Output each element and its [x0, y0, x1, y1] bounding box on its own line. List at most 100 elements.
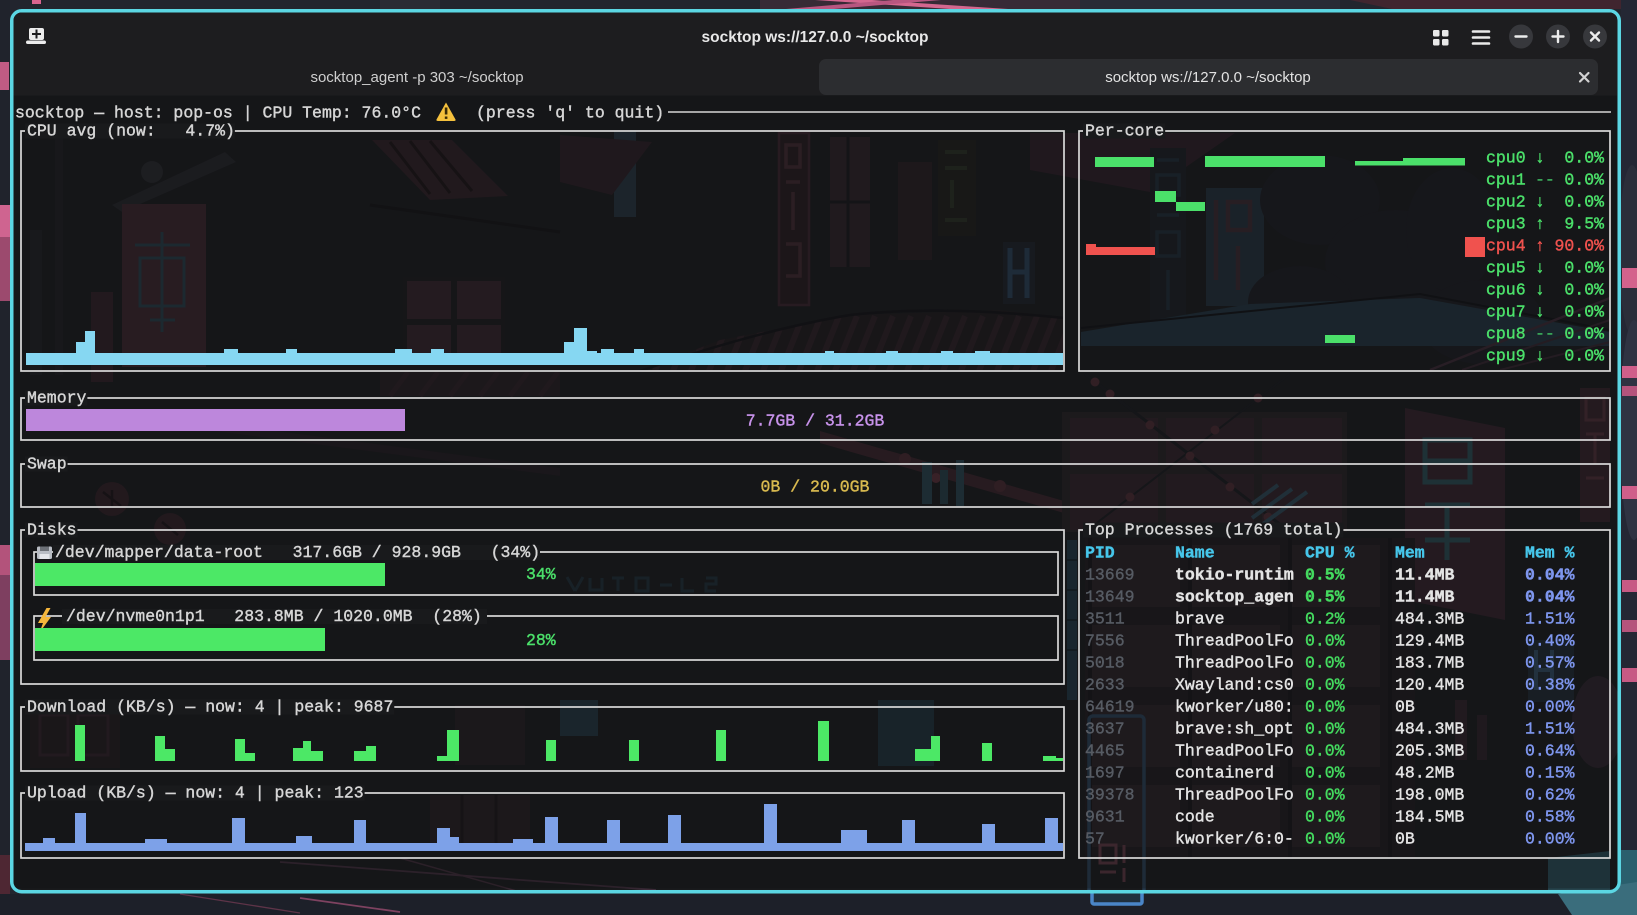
- svg-text:64619: 64619: [1085, 698, 1135, 717]
- svg-text:0.0%: 0.0%: [1305, 654, 1345, 673]
- svg-text:484.3MB: 484.3MB: [1395, 720, 1464, 739]
- svg-text:ThreadPoolFo: ThreadPoolFo: [1175, 786, 1294, 805]
- svg-text:Disks: Disks: [27, 521, 77, 540]
- svg-text:Download (KB/s) — now: 4 | pea: Download (KB/s) — now: 4 | peak: 9687: [27, 698, 393, 717]
- svg-text:0.2%: 0.2%: [1305, 610, 1345, 629]
- svg-text:cpu2: cpu2: [1486, 193, 1526, 212]
- svg-text:socktop ws://127.0.0 ~/socktop: socktop ws://127.0.0 ~/socktop: [702, 29, 929, 46]
- svg-text:Top Processes (1769 total): Top Processes (1769 total): [1085, 521, 1342, 540]
- svg-text:0.0%: 0.0%: [1564, 303, 1604, 322]
- svg-text:Name: Name: [1175, 544, 1215, 563]
- svg-text:0.0%: 0.0%: [1564, 149, 1604, 168]
- svg-text:317.6GB / 928.9GB: 317.6GB / 928.9GB: [293, 543, 461, 562]
- svg-text:57: 57: [1085, 830, 1105, 849]
- svg-text:kworker/u80:: kworker/u80:: [1175, 698, 1294, 717]
- svg-text:0.57%: 0.57%: [1525, 654, 1575, 673]
- svg-text:cpu5: cpu5: [1486, 259, 1526, 278]
- svg-text:0.04%: 0.04%: [1525, 588, 1575, 607]
- svg-text:↑: ↑: [1535, 215, 1545, 234]
- svg-text:0.0%: 0.0%: [1305, 808, 1345, 827]
- svg-text:0.64%: 0.64%: [1525, 742, 1575, 761]
- svg-text:0.04%: 0.04%: [1525, 566, 1575, 585]
- svg-text:ThreadPoolFo: ThreadPoolFo: [1175, 632, 1294, 651]
- svg-text:0.40%: 0.40%: [1525, 632, 1575, 651]
- svg-text:3511: 3511: [1085, 610, 1125, 629]
- svg-text:9.5%: 9.5%: [1564, 215, 1604, 234]
- svg-text:48.2MB: 48.2MB: [1395, 764, 1455, 783]
- svg-text:Xwayland:cs0: Xwayland:cs0: [1175, 676, 1294, 695]
- svg-text:0.0%: 0.0%: [1305, 786, 1345, 805]
- svg-text:cpu1: cpu1: [1486, 171, 1526, 190]
- svg-text:9631: 9631: [1085, 808, 1125, 827]
- svg-text:0B: 0B: [1395, 698, 1415, 717]
- svg-text:0.0%: 0.0%: [1564, 281, 1604, 300]
- svg-text:(press 'q' to quit): (press 'q' to quit): [476, 104, 664, 123]
- svg-text:0.62%: 0.62%: [1525, 786, 1575, 805]
- svg-text:↓: ↓: [1535, 149, 1545, 168]
- svg-text:13649: 13649: [1085, 588, 1135, 607]
- svg-text:7556: 7556: [1085, 632, 1125, 651]
- svg-text:2633: 2633: [1085, 676, 1125, 695]
- svg-text:socktop_agen: socktop_agen: [1175, 588, 1294, 607]
- svg-text:0.5%: 0.5%: [1305, 588, 1345, 607]
- svg-text:socktop ws://127.0.0 ~/socktop: socktop ws://127.0.0 ~/socktop: [1105, 69, 1311, 86]
- svg-text:(28%): (28%): [432, 607, 482, 626]
- svg-text:Upload (KB/s) — now: 4 | peak:: Upload (KB/s) — now: 4 | peak: 123: [27, 784, 364, 803]
- svg-text:containerd: containerd: [1175, 764, 1274, 783]
- svg-text:cpu4: cpu4: [1486, 237, 1526, 256]
- svg-text:Mem %: Mem %: [1525, 544, 1575, 563]
- svg-text:484.3MB: 484.3MB: [1395, 610, 1464, 629]
- svg-text:0.0%: 0.0%: [1305, 676, 1345, 695]
- svg-text:39378: 39378: [1085, 786, 1135, 805]
- svg-text:0.0%: 0.0%: [1305, 830, 1345, 849]
- svg-text:↑: ↑: [1535, 237, 1545, 256]
- svg-text:0.0%: 0.0%: [1564, 193, 1604, 212]
- svg-text:90.0%: 90.0%: [1554, 237, 1604, 256]
- svg-text:0.00%: 0.00%: [1525, 698, 1575, 717]
- svg-text:cpu7: cpu7: [1486, 303, 1526, 322]
- svg-text:4.7%): 4.7%): [185, 122, 235, 141]
- svg-text:CPU %: CPU %: [1305, 544, 1355, 563]
- svg-text:7.7GB / 31.2GB: 7.7GB / 31.2GB: [746, 412, 885, 431]
- svg-text:ThreadPoolFo: ThreadPoolFo: [1175, 654, 1294, 673]
- svg-text:0.0%: 0.0%: [1305, 764, 1345, 783]
- svg-text:183.7MB: 183.7MB: [1395, 654, 1464, 673]
- svg-text:--: --: [1535, 325, 1555, 344]
- svg-text:brave:sh_opt: brave:sh_opt: [1175, 720, 1294, 739]
- svg-text:CPU avg (now:: CPU avg (now:: [27, 122, 156, 141]
- svg-text:283.8MB / 1020.0MB: 283.8MB / 1020.0MB: [234, 607, 412, 626]
- svg-text:↓: ↓: [1535, 259, 1545, 278]
- svg-text:0.0%: 0.0%: [1305, 742, 1345, 761]
- svg-text:Memory: Memory: [27, 389, 87, 408]
- svg-text:Mem: Mem: [1395, 544, 1425, 563]
- svg-text:cpu9: cpu9: [1486, 347, 1526, 366]
- svg-text:0B / 20.0GB: 0B / 20.0GB: [761, 478, 870, 497]
- svg-text:13669: 13669: [1085, 566, 1135, 585]
- svg-text:198.0MB: 198.0MB: [1395, 786, 1464, 805]
- svg-text:brave: brave: [1175, 610, 1225, 629]
- svg-text:/dev/nvme0n1p1: /dev/nvme0n1p1: [66, 607, 205, 626]
- svg-text:11.4MB: 11.4MB: [1395, 588, 1455, 607]
- svg-text:120.4MB: 120.4MB: [1395, 676, 1464, 695]
- svg-text:0.0%: 0.0%: [1305, 698, 1345, 717]
- svg-text:3637: 3637: [1085, 720, 1125, 739]
- svg-text:34%: 34%: [526, 565, 556, 584]
- svg-text:tokio-runtim: tokio-runtim: [1175, 566, 1294, 585]
- svg-text:cpu8: cpu8: [1486, 325, 1526, 344]
- svg-text:11.4MB: 11.4MB: [1395, 566, 1455, 585]
- svg-text:0.0%: 0.0%: [1305, 632, 1345, 651]
- svg-text:1.51%: 1.51%: [1525, 720, 1575, 739]
- svg-text:PID: PID: [1085, 544, 1115, 563]
- svg-text:--: --: [1535, 171, 1555, 190]
- svg-text:cpu6: cpu6: [1486, 281, 1526, 300]
- svg-text:0.0%: 0.0%: [1564, 171, 1604, 190]
- svg-text:184.5MB: 184.5MB: [1395, 808, 1464, 827]
- svg-text:Swap: Swap: [27, 455, 67, 474]
- svg-text:0B: 0B: [1395, 830, 1415, 849]
- svg-text:0.00%: 0.00%: [1525, 830, 1575, 849]
- svg-text:1.51%: 1.51%: [1525, 610, 1575, 629]
- svg-text:code: code: [1175, 808, 1215, 827]
- svg-text:0.0%: 0.0%: [1564, 347, 1604, 366]
- svg-text:socktop_agent -p 303 ~/socktop: socktop_agent -p 303 ~/socktop: [310, 69, 523, 86]
- svg-text:0.38%: 0.38%: [1525, 676, 1575, 695]
